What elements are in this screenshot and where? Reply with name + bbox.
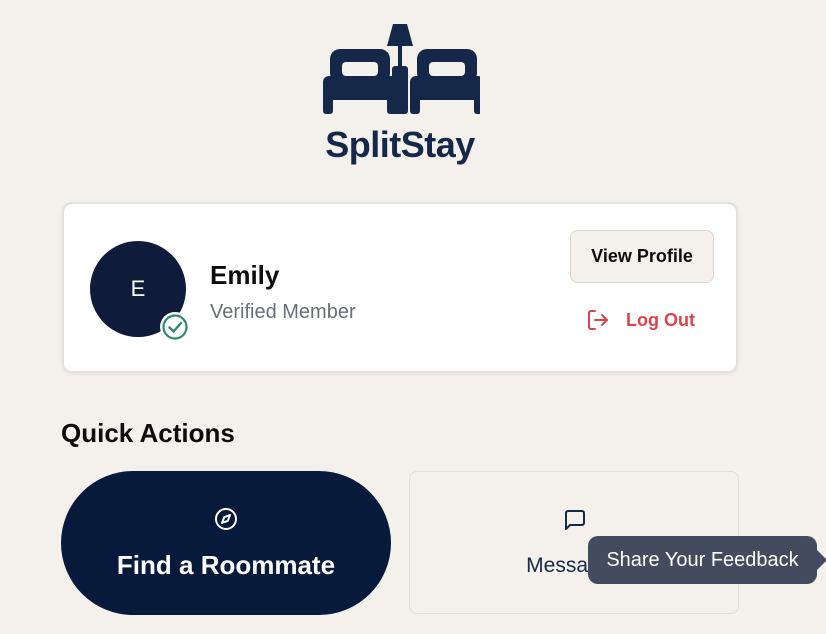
view-profile-label: View Profile [591, 246, 693, 266]
brand-logo: SplitStay [318, 24, 482, 166]
user-name: Emily [210, 260, 280, 290]
message-square-icon [565, 510, 585, 530]
share-feedback-label: Share Your Feedback [606, 548, 799, 571]
user-role: Verified Member [210, 301, 356, 323]
share-feedback-button[interactable]: Share Your Feedback [588, 536, 826, 584]
verified-badge [160, 312, 190, 342]
logout-label: Log Out [626, 309, 695, 330]
check-circle-icon [162, 314, 188, 340]
logout-button[interactable]: Log Out [586, 308, 695, 332]
view-profile-button[interactable]: View Profile [570, 230, 714, 283]
profile-card: E Emily Verified Member View Profile Log… [62, 202, 738, 373]
logout-icon [588, 310, 608, 330]
beds-lamp-icon [323, 24, 480, 114]
avatar-initial: E [130, 276, 146, 301]
brand-name: SplitStay [325, 124, 475, 165]
find-roommate-button[interactable]: Find a Roommate [61, 471, 391, 615]
app-page: SplitStay E Emily Verified Member View P… [0, 0, 826, 634]
find-roommate-label: Find a Roommate [116, 550, 336, 580]
compass-icon [215, 508, 237, 530]
quick-actions-title: Quick Actions [61, 418, 235, 448]
